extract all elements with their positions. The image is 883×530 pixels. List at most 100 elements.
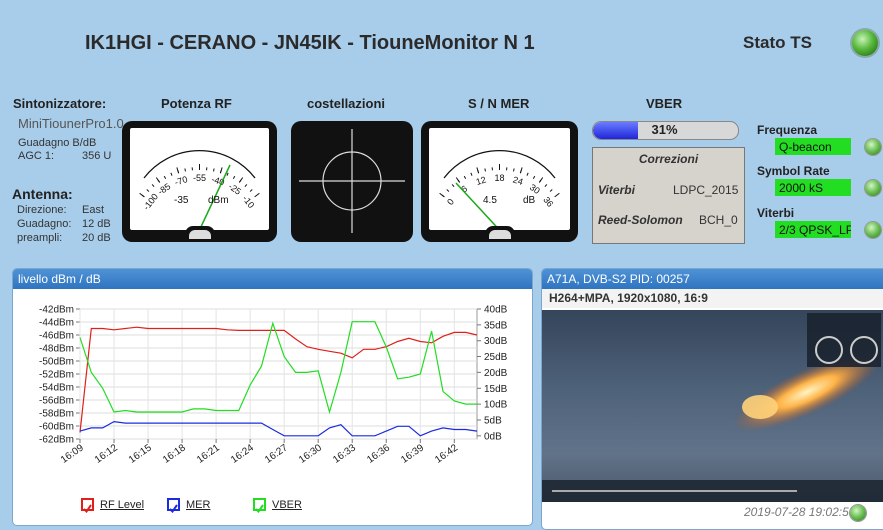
rf-meter-heading: Potenza RF [161,96,232,111]
tuner-name: MiniTiounerPro1.0 [18,116,124,131]
y-left-tick-label: -48dBm [39,344,74,355]
tuner-gain-label: Guadagno B/dB [18,137,96,149]
rf-tick [255,193,260,197]
rf-tick-label: -25 [227,181,243,197]
rf-minor-tick [147,189,149,191]
video-status-led-icon [850,505,866,521]
viterbi-led-icon [865,222,881,238]
rf-minor-tick [214,168,215,171]
mer-minor-tick [471,173,472,176]
rf-minor-tick [227,173,228,176]
rf-minor-tick [171,173,172,176]
antenna-direction-value: East [82,204,104,216]
x-tick-label: 16:42 [433,442,460,466]
y-left-tick-label: -62dBm [39,435,74,446]
video-info-line1: A71A, DVB-S2 PID: 00257 [542,269,883,289]
y-right-tick-label: 15dB [484,384,508,395]
mer-tick-label: 36 [541,195,555,209]
legend-checkbox-icon[interactable] [81,498,94,511]
mer-tick-label: 12 [475,175,488,188]
rf-power-meter: -100-85-70-55-40-25-10 -35 dBm [122,121,277,242]
legend-label[interactable]: MER [186,499,210,511]
rf-tick-label: -55 [193,173,206,183]
agc-label: AGC 1: [18,150,54,162]
mer-tick-label: 18 [494,173,504,183]
y-left-tick-label: -54dBm [39,383,74,394]
mer-meter-heading: S / N MER [468,96,529,111]
x-tick-label: 16:09 [59,442,86,466]
reed-solomon-label: Reed-Solomon [598,213,683,227]
mer-tick-label: 0 [445,197,456,207]
corrections-heading: Correzioni [593,152,744,166]
x-tick-label: 16:27 [263,442,290,466]
mer-tick-label: 24 [512,175,525,188]
symbol-rate-value: 2000 kS [775,179,851,196]
stato-ts-led-icon [852,30,878,56]
mer-minor-tick [464,176,465,179]
legend-label[interactable]: VBER [272,499,302,511]
reed-solomon-value: BCH_0 [699,213,738,227]
tuner-heading: Sintonizzatore: [13,96,106,111]
y-right-tick-label: 10dB [484,400,508,411]
y-right-tick-label: 20dB [484,368,508,379]
y-right-tick-label: 25dB [484,352,508,363]
antenna-preamp-label: preampli: [17,232,62,244]
y-left-tick-label: -44dBm [39,318,74,329]
rf-value: -35 [174,195,189,206]
legend-checkbox-icon[interactable] [167,498,180,511]
rf-minor-tick [245,184,247,186]
antenna-direction-label: Direzione: [17,204,67,216]
x-tick-label: 16:12 [93,442,120,466]
viterbi-correction-value: LDPC_2015 [673,183,738,197]
mer-minor-tick [550,189,552,191]
mer-minor-tick [527,173,528,176]
x-tick-label: 16:36 [365,442,392,466]
video-info-line2: H264+MPA, 1920x1080, 16:9 [542,289,883,308]
x-tick-label: 16:15 [127,442,154,466]
antenna-gain-label: Guadagno: [17,218,71,230]
mer-meter-dial: 061218243036 4.5 dB [429,128,570,230]
rf-minor-tick [233,176,234,179]
mer-minor-tick [485,168,486,171]
y-right-tick-label: 30dB [484,336,508,347]
mer-minor-tick [520,170,521,173]
mer-tick-label: 30 [528,182,542,196]
mer-minor-tick [452,184,454,186]
legend-item-vber[interactable]: VBER [253,498,302,511]
viterbi-label: Viterbi [757,206,794,220]
y-left-tick-label: -56dBm [39,396,74,407]
y-left-tick-label: -58dBm [39,409,74,420]
rf-minor-tick [250,189,252,191]
mer-minor-tick [478,170,479,173]
rf-minor-tick [164,176,165,179]
mer-value: 4.5 [483,195,497,206]
vber-heading: VBER [646,96,682,111]
rf-minor-tick [178,170,179,173]
x-tick-label: 16:39 [399,442,426,466]
mer-meter: 061218243036 4.5 dB [421,121,578,242]
viterbi-correction-label: Viterbi [598,183,635,197]
mer-unit: dB [523,195,536,206]
rf-minor-tick [239,180,241,182]
legend-item-rf-level[interactable]: RF Level [81,498,144,511]
y-left-tick-label: -60dBm [39,422,74,433]
legend-item-mer[interactable]: MER [167,498,210,511]
y-left-tick-label: -50dBm [39,357,74,368]
legend-checkbox-icon[interactable] [253,498,266,511]
page-title: IK1HGI - CERANO - JN45IK - TiouneMonitor… [85,32,535,55]
symbol-rate-led-icon [865,180,881,196]
symbol-rate-label: Symbol Rate [757,164,830,178]
antenna-gain-value: 12 dB [82,218,111,230]
x-tick-label: 16:24 [229,442,256,466]
viterbi-value: 2/3 QPSK_LP20 [775,221,851,238]
legend-label[interactable]: RF Level [100,499,144,511]
y-left-tick-label: -46dBm [39,331,74,342]
rf-minor-tick [142,195,144,197]
y-right-tick-label: 35dB [484,320,508,331]
rf-tick-label: -85 [156,181,172,197]
rf-tick-label: -10 [240,194,256,210]
y-left-tick-label: -42dBm [39,305,74,316]
x-tick-label: 16:33 [331,442,358,466]
antenna-preamp-value: 20 dB [82,232,111,244]
agc-value: 356 U [82,150,111,162]
